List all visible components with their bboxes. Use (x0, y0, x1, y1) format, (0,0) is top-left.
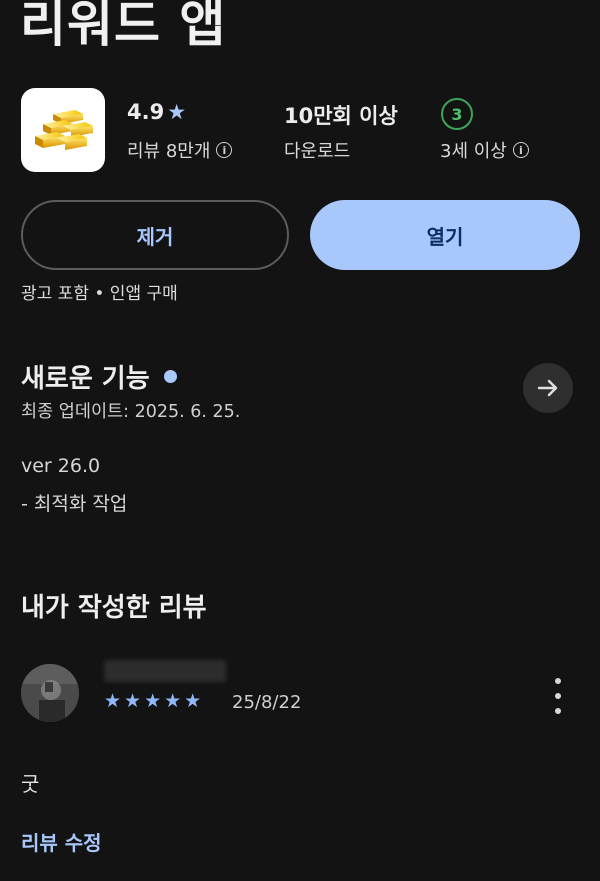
age-rating-badge: 3 (441, 98, 473, 130)
new-indicator-dot (163, 370, 177, 383)
gold-bars-icon (35, 110, 93, 150)
reviewer-name-redacted (104, 660, 226, 682)
version-text: ver 26.0 (21, 455, 101, 477)
my-review-title: 내가 작성한 리뷰 (21, 593, 207, 623)
review-text: 굿 (21, 772, 40, 796)
app-title: 리워드 앱 (20, 0, 227, 53)
user-photo (21, 664, 79, 722)
avatar (21, 664, 79, 722)
info-icon[interactable]: i (216, 142, 233, 158)
reviews-label: 리뷰 8만개 (127, 141, 211, 162)
whats-new-title: 새로운 기능 (21, 364, 150, 394)
rating-value: 4.9 ★ (127, 100, 186, 124)
review-date: 25/8/22 (232, 692, 302, 713)
open-button[interactable]: 열기 (310, 200, 580, 270)
age-rating[interactable]: 3세 이상 i (440, 137, 529, 163)
last-updated: 최종 업데이트: 2025. 6. 25. (21, 402, 241, 422)
uninstall-button[interactable]: 제거 (21, 200, 289, 270)
star-icon: ★ (167, 100, 187, 124)
more-options-icon[interactable] (548, 678, 568, 714)
whats-new-header[interactable]: 새로운 기능 (21, 358, 177, 395)
ads-notice: 광고 포함 • 인앱 구매 (21, 284, 178, 304)
info-icon[interactable]: i (512, 142, 529, 158)
downloads-label: 다운로드 (284, 141, 351, 162)
whats-new-arrow-button[interactable] (523, 363, 573, 413)
edit-review-link[interactable]: 리뷰 수정 (21, 827, 102, 856)
reviews-count[interactable]: 리뷰 8만개 i (127, 137, 233, 163)
rating-number: 4.9 (127, 100, 165, 124)
review-stars: ★★★★★ (104, 690, 205, 712)
release-notes: - 최적화 작업 (21, 493, 128, 515)
app-icon (21, 88, 105, 172)
age-rating-label: 3세 이상 (440, 141, 507, 162)
downloads-value: 10만회 이상 (284, 104, 398, 128)
arrow-right-icon (537, 379, 558, 397)
